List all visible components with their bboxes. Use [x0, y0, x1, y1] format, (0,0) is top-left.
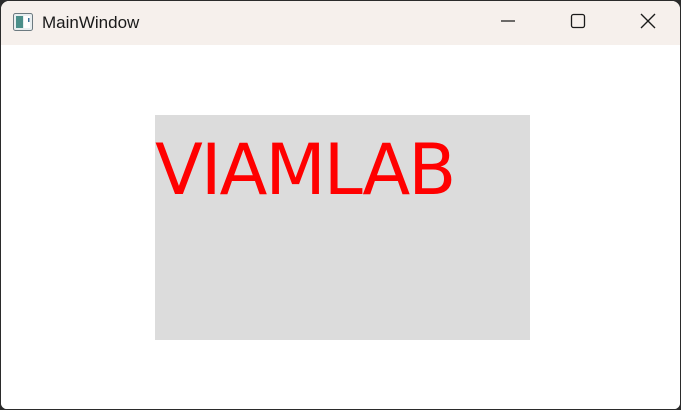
close-icon — [640, 13, 656, 34]
app-window-icon — [13, 13, 33, 31]
maximize-button[interactable] — [543, 1, 613, 45]
main-window: MainWindow VIAMLAB — [1, 1, 680, 409]
maximize-icon — [570, 13, 586, 34]
title-bar[interactable]: MainWindow — [1, 1, 680, 45]
window-title: MainWindow — [42, 13, 140, 32]
minimize-icon — [500, 13, 516, 34]
label-text: VIAMLAB — [155, 129, 456, 211]
text-label-box: VIAMLAB — [155, 115, 530, 340]
minimize-button[interactable] — [473, 1, 543, 45]
central-widget: VIAMLAB — [1, 45, 680, 409]
close-button[interactable] — [613, 1, 680, 45]
